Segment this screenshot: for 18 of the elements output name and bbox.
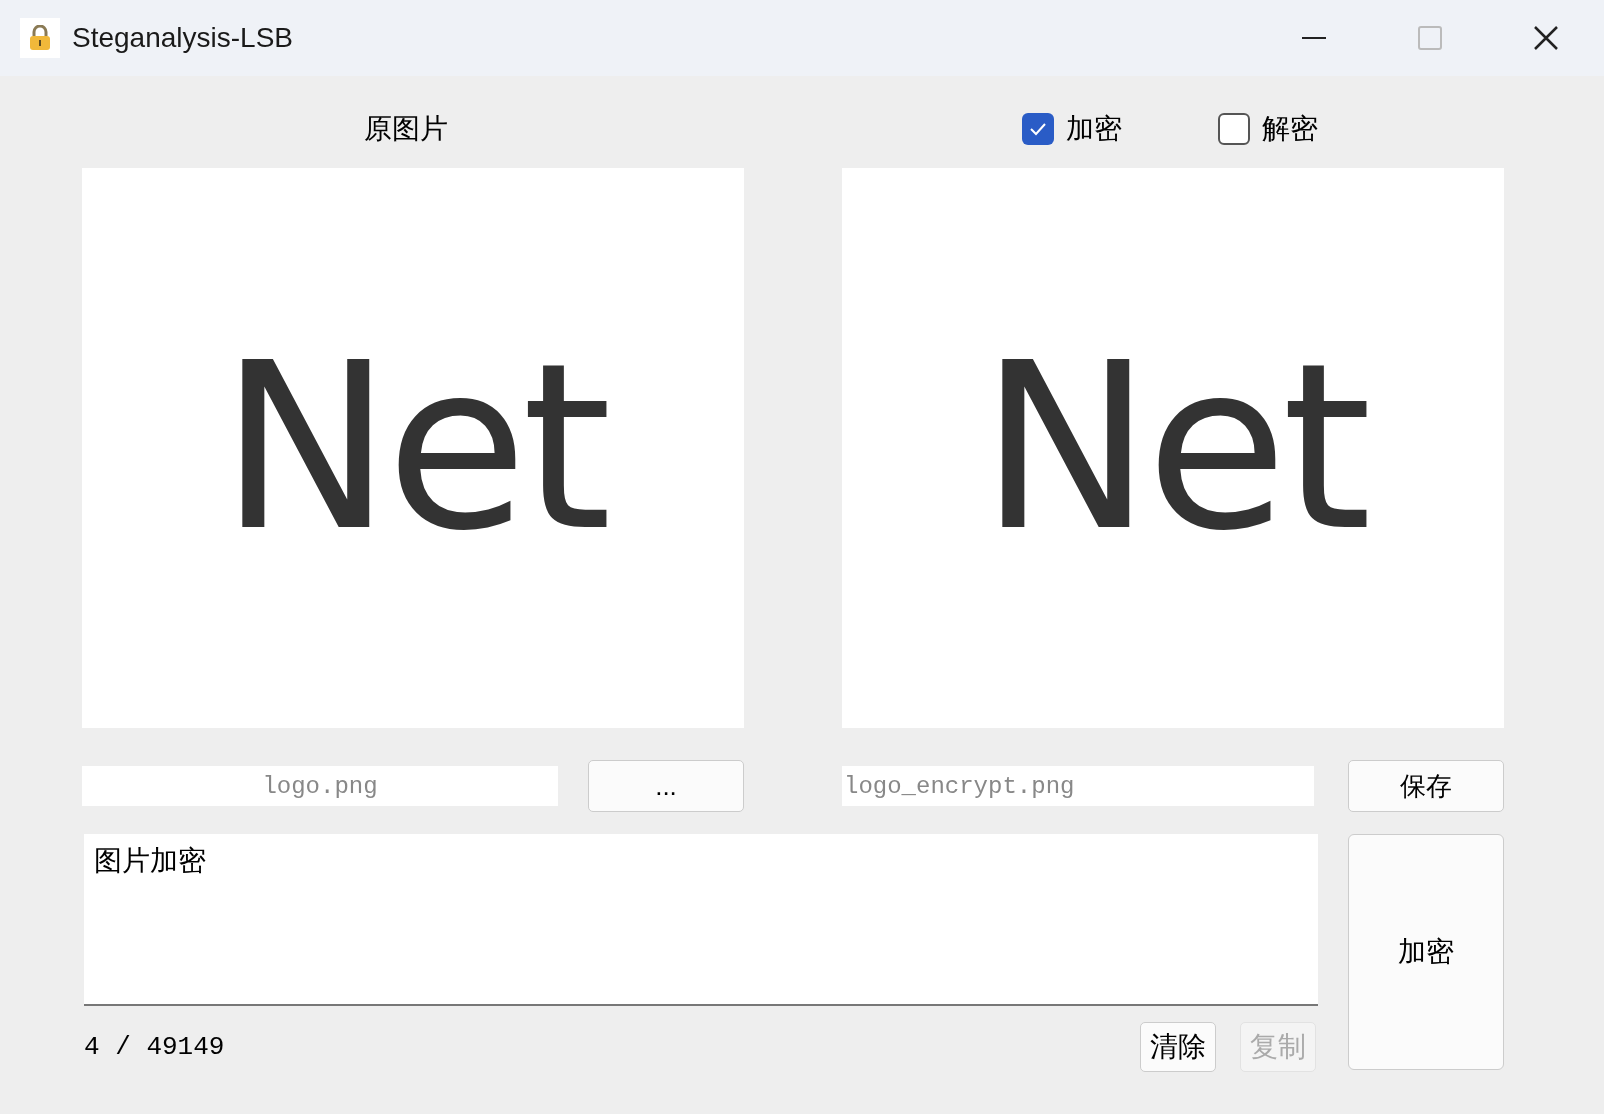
section-label: 原图片 (364, 112, 448, 146)
browse-button[interactable]: ... (588, 760, 744, 812)
checkbox[interactable] (1218, 113, 1250, 145)
filename-field[interactable]: logo.png (82, 766, 558, 806)
checkbox-label: 加密 (1066, 112, 1122, 146)
lock-icon (20, 18, 60, 58)
save-button[interactable]: 保存 (1348, 760, 1504, 812)
filename-field[interactable]: logo_encrypt.png (842, 766, 1314, 806)
encrypt-button[interactable]: 加密 (1348, 834, 1504, 1070)
message-field[interactable]: 图片加密 (84, 834, 1318, 1006)
checkbox-label: 解密 (1262, 112, 1318, 146)
check-icon (1029, 122, 1047, 136)
logo-text: Net (219, 333, 607, 563)
action-button[interactable]: 清除 (1140, 1022, 1216, 1072)
checkbox[interactable] (1022, 113, 1054, 145)
character-counter: 4 / 49149 (84, 1030, 225, 1064)
logo-text: Net (979, 333, 1367, 563)
window-title: Steganalysis-LSB (72, 21, 293, 55)
